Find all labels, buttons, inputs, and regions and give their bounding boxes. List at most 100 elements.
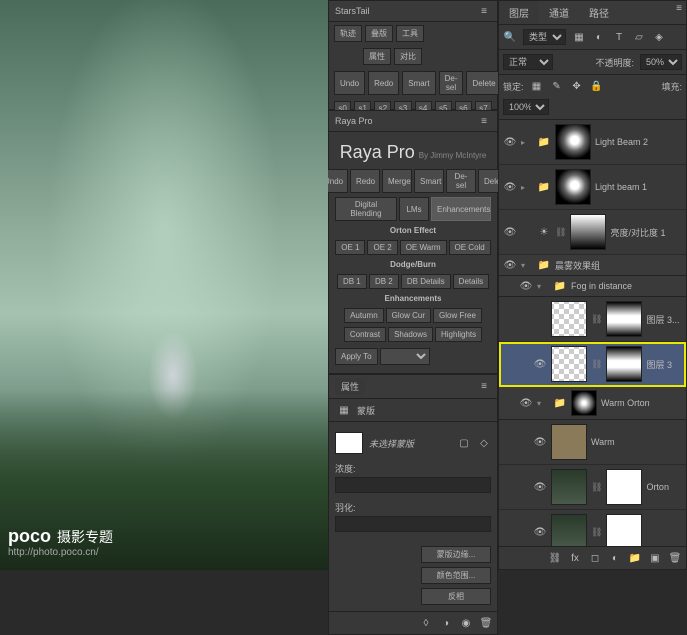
st-desel[interactable]: De-sel [439, 71, 464, 95]
prop-footer-icon[interactable]: ◉ [459, 616, 473, 630]
trash-icon[interactable]: 🗑 [479, 616, 493, 630]
layer-light-beam-2[interactable]: 👁 ▸ 📁 Light Beam 2 [499, 120, 686, 165]
lock-transparent-icon[interactable]: ▦ [530, 79, 544, 93]
layer-label[interactable]: 图层 3 [646, 358, 682, 371]
st-tab-trail[interactable]: 轨迹 [334, 25, 362, 42]
layer-thumb[interactable] [551, 424, 587, 460]
db-2[interactable]: DB 2 [369, 274, 399, 289]
new-layer-icon[interactable]: ▣ [648, 551, 662, 565]
st-tab-tools[interactable]: 工具 [396, 25, 424, 42]
blend-mode-select[interactable]: 正常 [503, 54, 553, 70]
layer-thumb[interactable] [551, 301, 587, 337]
raya-merge[interactable]: Merge [382, 169, 412, 193]
add-mask-icon[interactable]: ◻ [588, 551, 602, 565]
layers-list[interactable]: 👁 ▸ 📁 Light Beam 2 👁 ▸ 📁 Light beam 1 👁 [499, 120, 686, 546]
db-1[interactable]: DB 1 [337, 274, 367, 289]
visibility-toggle[interactable]: 👁 [503, 180, 517, 194]
adjustment-layer-icon[interactable]: ◐ [608, 551, 622, 565]
lock-all-icon[interactable]: 🔒 [590, 79, 604, 93]
enh-shadows[interactable]: Shadows [388, 327, 433, 342]
raya-mode-lms[interactable]: LMs [399, 197, 429, 221]
layer-3-selected[interactable]: 👁 ⛓ 图层 3 [499, 342, 686, 387]
panel-menu-icon[interactable]: ≡ [477, 380, 491, 394]
st-tab-overlay[interactable]: 叠版 [365, 25, 393, 42]
group-header[interactable]: 👁 ▾ 📁 晨雾效果组 [499, 255, 686, 276]
tab-layers[interactable]: 图层 [499, 1, 539, 24]
density-input[interactable] [335, 477, 491, 493]
st-tab-compare[interactable]: 对比 [394, 48, 422, 65]
layer-label[interactable]: Light beam 1 [595, 182, 682, 192]
mask-edge-button[interactable]: 蒙版边缘... [421, 546, 491, 563]
filter-shape-icon[interactable]: ▱ [632, 30, 646, 44]
visibility-toggle[interactable]: 👁 [503, 135, 517, 149]
visibility-toggle[interactable]: 👁 [503, 258, 517, 272]
st-delete[interactable]: Delete [466, 71, 501, 95]
expand-icon[interactable]: ▸ [521, 138, 533, 147]
filter-icon[interactable]: 🔍 [503, 30, 517, 44]
layer-label[interactable]: Orton [646, 482, 682, 492]
opacity-input[interactable]: 50% [640, 54, 682, 70]
visibility-toggle[interactable]: 👁 [533, 480, 547, 494]
enh-glow-cur[interactable]: Glow Cur [386, 308, 431, 323]
tab-paths[interactable]: 路径 [579, 1, 619, 24]
oe-cold[interactable]: OE Cold [449, 240, 491, 255]
layer-orton[interactable]: 👁 ⛓ Orton [499, 465, 686, 510]
enh-highlights[interactable]: Highlights [435, 327, 482, 342]
layer-mask-thumb[interactable] [571, 390, 597, 416]
layer-mask-thumb[interactable] [555, 169, 591, 205]
layer-brightness-contrast[interactable]: 👁 ☀ ⛓ 亮度/对比度 1 [499, 210, 686, 255]
prop-footer-icon[interactable]: ◑ [439, 616, 453, 630]
collapse-icon[interactable]: ▾ [537, 399, 549, 408]
layer-thumb[interactable] [551, 514, 587, 546]
layer-extra[interactable]: 👁 ⛓ [499, 510, 686, 546]
layer-mask-thumb[interactable] [606, 346, 642, 382]
collapse-icon[interactable]: ▾ [537, 282, 549, 291]
enh-glow-free[interactable]: Glow Free [433, 308, 482, 323]
tab-channels[interactable]: 通道 [539, 1, 579, 24]
layer-label[interactable]: Light Beam 2 [595, 137, 682, 147]
oe-2[interactable]: OE 2 [367, 240, 397, 255]
layer-mask-thumb[interactable] [606, 469, 642, 505]
layer-label[interactable]: Warm [591, 437, 682, 447]
visibility-toggle[interactable]: 👁 [503, 225, 517, 239]
enh-autumn[interactable]: Autumn [344, 308, 384, 323]
link-layers-icon[interactable]: ⛓ [548, 551, 562, 565]
visibility-toggle[interactable] [533, 312, 547, 326]
raya-redo[interactable]: Redo [350, 169, 380, 193]
layer-label[interactable]: Fog in distance [571, 281, 682, 291]
layer-3-copy[interactable]: ⛓ 图层 3... [499, 297, 686, 342]
lock-position-icon[interactable]: ✥ [570, 79, 584, 93]
apply-to-select[interactable] [380, 348, 430, 365]
prop-footer-icon[interactable]: ◊ [419, 616, 433, 630]
invert-button[interactable]: 反相 [421, 588, 491, 605]
layer-label[interactable]: 图层 3... [646, 313, 682, 326]
layer-mask-thumb[interactable] [606, 514, 642, 546]
fill-input[interactable]: 100% [503, 99, 549, 115]
group-label[interactable]: 晨雾效果组 [555, 259, 682, 272]
properties-tab[interactable]: 属性 [335, 378, 365, 395]
feather-input[interactable] [335, 516, 491, 532]
collapse-icon[interactable]: ▾ [521, 261, 533, 270]
layer-label[interactable]: Warm Orton [601, 398, 682, 408]
new-group-icon[interactable]: 📁 [628, 551, 642, 565]
panel-menu-icon[interactable]: ≡ [477, 114, 491, 128]
visibility-toggle[interactable]: 👁 [519, 396, 533, 410]
mask-thumbnail[interactable] [335, 432, 363, 454]
oe-warm[interactable]: OE Warm [400, 240, 447, 255]
filter-img-icon[interactable]: ▦ [572, 30, 586, 44]
visibility-toggle[interactable]: 👁 [533, 435, 547, 449]
layer-thumb[interactable] [551, 346, 587, 382]
fx-icon[interactable]: fx [568, 551, 582, 565]
st-smart[interactable]: Smart [402, 71, 435, 95]
layer-warm[interactable]: 👁 Warm [499, 420, 686, 465]
layer-light-beam-1[interactable]: 👁 ▸ 📁 Light beam 1 [499, 165, 686, 210]
details[interactable]: Details [453, 274, 489, 289]
layer-mask-thumb[interactable] [555, 124, 591, 160]
st-tab-props[interactable]: 属性 [363, 48, 391, 65]
layer-fog-group[interactable]: 👁 ▾ 📁 Fog in distance [499, 276, 686, 297]
panel-menu-icon[interactable]: ≡ [477, 4, 491, 18]
st-redo[interactable]: Redo [368, 71, 399, 95]
raya-mode-blend[interactable]: Digital Blending [335, 197, 397, 221]
vector-mask-icon[interactable]: ◇ [477, 436, 491, 450]
layer-mask-thumb[interactable] [606, 301, 642, 337]
